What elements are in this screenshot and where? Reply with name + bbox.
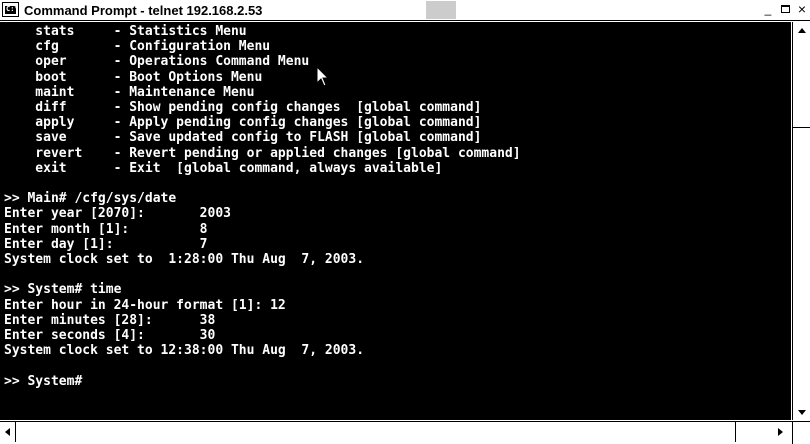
window-controls: _ × xyxy=(760,2,810,18)
console-output[interactable]: stats - Statistics Menu cfg - Configurat… xyxy=(0,22,791,420)
minimize-icon: _ xyxy=(764,2,772,16)
maximize-icon xyxy=(780,5,790,13)
vertical-scroll-thumb[interactable] xyxy=(793,38,810,128)
command-prompt-window: C:\ Command Prompt - telnet 192.168.2.53… xyxy=(0,0,810,444)
scroll-up-button[interactable] xyxy=(793,22,810,38)
vertical-scrollbar[interactable] xyxy=(792,22,810,420)
scrollbar-corner xyxy=(792,421,810,444)
window-title: Command Prompt - telnet 192.168.2.53 xyxy=(24,3,263,18)
minimize-button[interactable]: _ xyxy=(760,2,776,18)
command-prompt-icon[interactable]: C:\ xyxy=(2,2,19,17)
console-text: stats - Statistics Menu cfg - Configurat… xyxy=(4,24,521,389)
mouse-pointer-icon xyxy=(316,66,330,87)
arrow-left-icon xyxy=(5,428,10,436)
horizontal-scrollbar[interactable] xyxy=(0,421,792,444)
title-bar-dither xyxy=(426,1,456,19)
arrow-right-icon xyxy=(777,428,783,436)
scroll-right-button[interactable] xyxy=(772,422,788,442)
scroll-down-button[interactable] xyxy=(793,404,810,420)
icon-glyph: C:\ xyxy=(6,5,19,13)
arrow-up-icon xyxy=(798,27,806,33)
maximize-button[interactable] xyxy=(777,2,793,18)
close-button[interactable]: × xyxy=(794,2,810,18)
scroll-left-button[interactable] xyxy=(0,422,16,442)
horizontal-scroll-thumb[interactable] xyxy=(16,422,736,442)
arrow-down-icon xyxy=(798,409,806,415)
close-icon: × xyxy=(797,1,807,17)
title-bar[interactable]: C:\ Command Prompt - telnet 192.168.2.53… xyxy=(0,0,810,21)
